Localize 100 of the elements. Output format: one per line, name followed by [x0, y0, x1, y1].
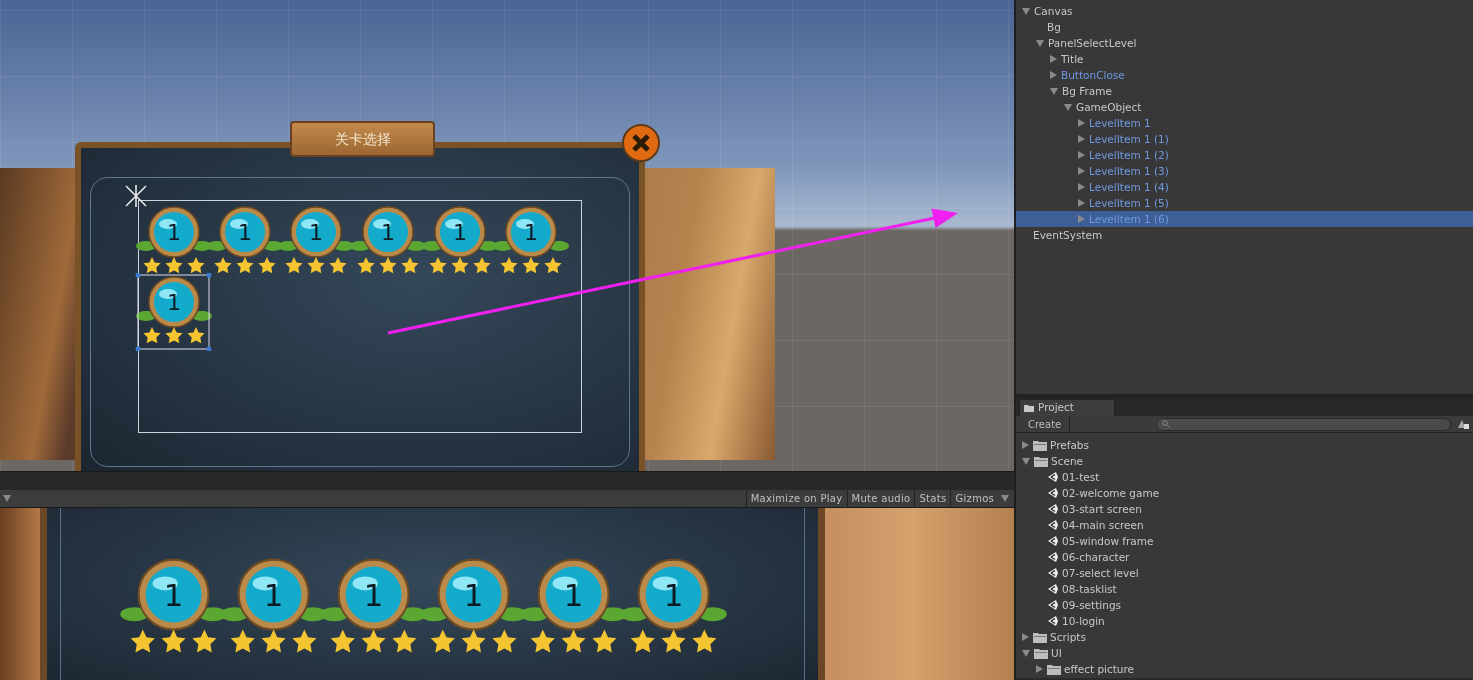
star-icon [261, 630, 286, 653]
star-icon [401, 257, 419, 274]
object-name: LevelItem 1 [1089, 116, 1151, 131]
folder-icon [1034, 647, 1048, 659]
expand-arrow[interactable] [1036, 39, 1044, 47]
project-item[interactable]: 08-tasklist [1016, 581, 1473, 597]
expand-arrow[interactable] [1078, 167, 1085, 175]
star-icon [461, 630, 486, 653]
toolbar-toggle[interactable]: Maximize on Play [745, 489, 847, 508]
star-icon [258, 257, 276, 274]
item-name: effect picture [1064, 662, 1135, 677]
hierarchy-row[interactable]: LevelItem 1 (1) [1016, 131, 1473, 147]
scene-icon [1047, 583, 1059, 595]
object-name: LevelItem 1 (1) [1089, 132, 1169, 147]
search-icon [1162, 420, 1171, 428]
project-item[interactable]: 06-character [1016, 549, 1473, 565]
hierarchy-row[interactable]: EventSystem [1016, 227, 1473, 243]
star-icon [165, 327, 183, 344]
level-number: 1 [381, 220, 395, 245]
star-icon [165, 257, 183, 274]
scene-icon [1047, 599, 1059, 611]
expand-arrow[interactable] [1078, 183, 1085, 191]
star-icon [292, 630, 317, 653]
create-dropdown[interactable]: Create [1020, 415, 1071, 433]
expand-arrow[interactable] [1078, 215, 1085, 223]
hierarchy-row[interactable]: LevelItem 1 [1016, 115, 1473, 131]
scene-icon [1047, 615, 1059, 627]
star-icon [187, 327, 205, 344]
object-name: Canvas [1034, 4, 1073, 19]
expand-arrow[interactable] [1064, 103, 1072, 111]
expand-arrow[interactable] [1078, 119, 1085, 127]
star-icon [561, 630, 586, 653]
toolbar-toggle[interactable]: Gizmos [950, 489, 999, 508]
expand-arrow[interactable] [1050, 55, 1057, 63]
item-name: Prefabs [1050, 438, 1089, 453]
expand-arrow[interactable] [1078, 151, 1085, 159]
item-name: 01-test [1062, 470, 1100, 485]
toolbar-toggle[interactable]: Stats [914, 489, 951, 508]
project-item[interactable]: Prefabs [1016, 437, 1473, 453]
item-name: 07-select level [1062, 566, 1139, 581]
item-name: 08-tasklist [1062, 582, 1117, 597]
star-icon [473, 257, 491, 274]
project-item[interactable]: 09-settings [1016, 597, 1473, 613]
level-number: 1 [167, 220, 181, 245]
filter-icon [1457, 419, 1469, 429]
search-field[interactable] [1156, 417, 1451, 431]
hierarchy-row[interactable]: LevelItem 1 (4) [1016, 179, 1473, 195]
project-item[interactable]: Scripts [1016, 629, 1473, 645]
hierarchy-row[interactable]: Title [1016, 51, 1473, 67]
item-name: 06-character [1062, 550, 1130, 565]
star-icon [544, 257, 562, 274]
expand-arrow[interactable] [1022, 7, 1030, 15]
object-name: Title [1061, 52, 1084, 67]
toolbar-toggle[interactable]: Mute audio [846, 489, 915, 508]
hierarchy-row[interactable]: GameObject [1016, 99, 1473, 115]
star-icon [143, 257, 161, 274]
star-icon [429, 257, 447, 274]
project-item[interactable]: 03-start screen [1016, 501, 1473, 517]
star-icon [331, 630, 356, 653]
star-icon [143, 327, 161, 344]
star-icon [329, 257, 347, 274]
expand-arrow[interactable] [1050, 71, 1057, 79]
object-name: Bg [1047, 20, 1061, 35]
project-item[interactable]: 10-login [1016, 613, 1473, 629]
hierarchy-row[interactable]: Bg [1016, 19, 1473, 35]
project-item[interactable]: 02-welcome game [1016, 485, 1473, 501]
star-icon [192, 630, 217, 653]
item-name: 04-main screen [1062, 518, 1144, 533]
hierarchy-row[interactable]: LevelItem 1 (2) [1016, 147, 1473, 163]
level-number: 1 [453, 220, 467, 245]
level-number: 1 [264, 577, 284, 614]
star-icon [214, 257, 232, 274]
project-item[interactable]: Scene [1016, 453, 1473, 469]
star-icon [161, 630, 186, 653]
level-number: 1 [364, 577, 384, 614]
star-icon [692, 630, 717, 653]
hierarchy-row[interactable]: Canvas [1016, 3, 1473, 19]
star-icon [357, 257, 375, 274]
star-icon [531, 630, 556, 653]
expand-arrow[interactable] [1050, 87, 1058, 95]
level-number: 1 [664, 577, 684, 614]
panel-tab[interactable]: Project [1019, 399, 1115, 416]
project-item[interactable]: 05-window frame [1016, 533, 1473, 549]
hierarchy-row[interactable]: Bg Frame [1016, 83, 1473, 99]
star-icon [451, 257, 469, 274]
project-item[interactable]: 07-select level [1016, 565, 1473, 581]
project-item[interactable]: UI [1016, 645, 1473, 661]
hierarchy-row[interactable]: LevelItem 1 (3) [1016, 163, 1473, 179]
expand-arrow[interactable] [1078, 135, 1085, 143]
project-item[interactable]: 04-main screen [1016, 517, 1473, 533]
star-icon [631, 630, 656, 653]
level-number: 1 [238, 220, 252, 245]
project-item[interactable]: 01-test [1016, 469, 1473, 485]
object-name: ButtonClose [1061, 68, 1125, 83]
hierarchy-row[interactable]: PanelSelectLevel [1016, 35, 1473, 51]
level-number: 1 [164, 577, 184, 614]
project-item[interactable]: effect picture [1016, 661, 1473, 677]
level-number: 1 [564, 577, 584, 614]
hierarchy-row[interactable]: ButtonClose [1016, 67, 1473, 83]
scene-icon [1047, 535, 1059, 547]
